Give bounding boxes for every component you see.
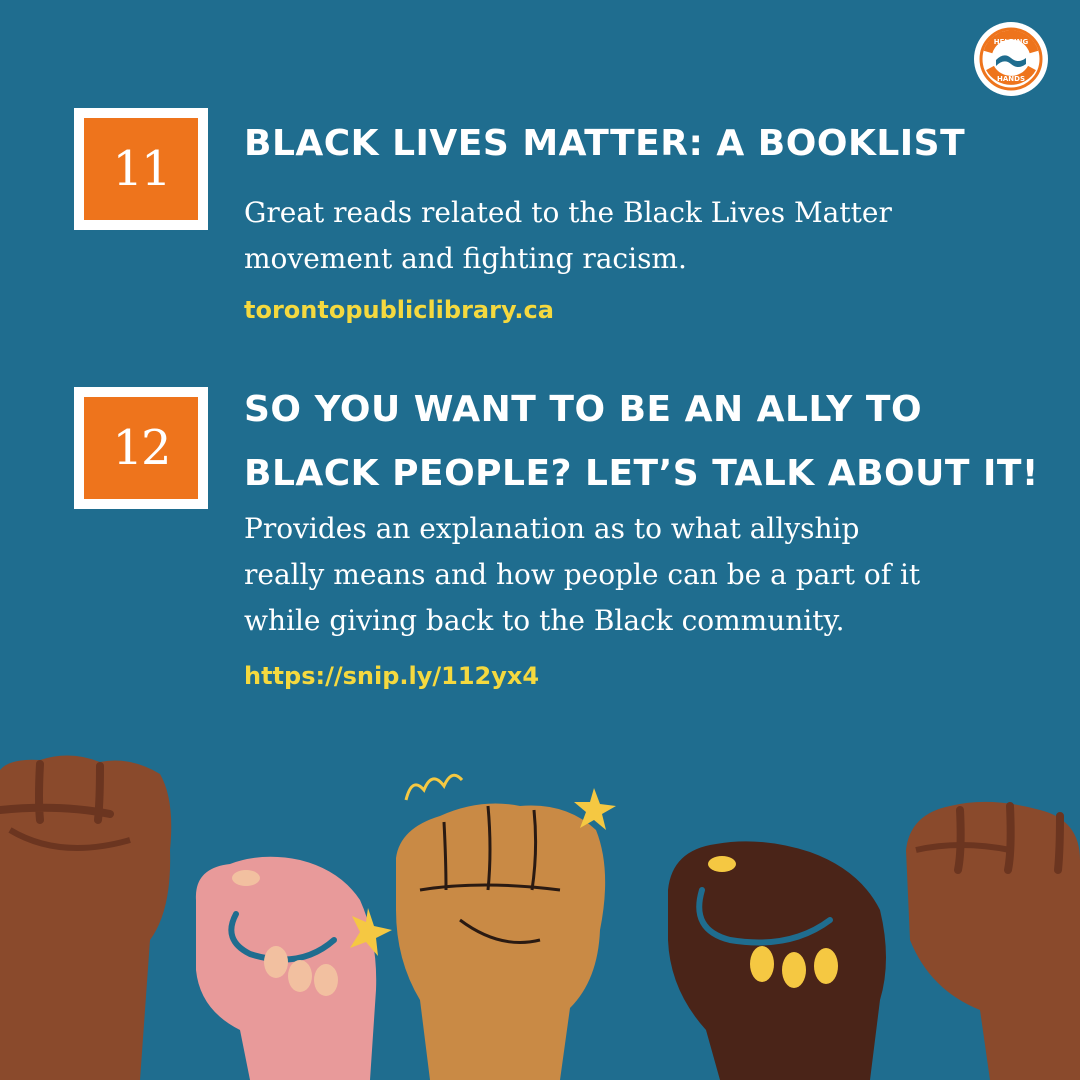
fist-pink xyxy=(195,856,392,1080)
helping-hands-logo-icon: HELPING HANDS xyxy=(976,24,1046,94)
item-link[interactable]: torontopubliclibrary.ca xyxy=(244,292,554,328)
fist-brown-right xyxy=(906,801,1080,1080)
number-11: 11 xyxy=(84,118,198,220)
fist-dark xyxy=(668,841,886,1080)
item-title: BLACK LIVES MATTER: A BOOKLIST xyxy=(244,123,966,164)
number-badge-12: 12 xyxy=(74,387,208,509)
logo-top-text: HELPING xyxy=(994,38,1029,46)
item-description-line: Provides an explanation as to what allys… xyxy=(244,512,860,545)
item-title-line: BLACK PEOPLE? LET’S TALK ABOUT IT! xyxy=(244,453,1039,494)
logo-bottom-text: HANDS xyxy=(997,75,1025,83)
fist-brown-left xyxy=(0,755,172,1080)
item-description-line: really means and how people can be a par… xyxy=(244,558,921,591)
item-description-line: Great reads related to the Black Lives M… xyxy=(244,196,892,229)
fist-tan xyxy=(396,773,616,1080)
number-12: 12 xyxy=(84,397,198,499)
poster-background: HELPING HANDS 11 BLACK LIVES MATTER: A B… xyxy=(0,0,1080,1080)
item-title-line: SO YOU WANT TO BE AN ALLY TO xyxy=(244,389,923,430)
raised-fists-illustration xyxy=(0,755,1080,1080)
item-link[interactable]: https://snip.ly/112yx4 xyxy=(244,658,539,694)
item-description-line: movement and fighting racism. xyxy=(244,242,687,275)
item-description-line: while giving back to the Black community… xyxy=(244,604,845,637)
helping-hands-logo: HELPING HANDS xyxy=(974,22,1048,96)
number-badge-11: 11 xyxy=(74,108,208,230)
